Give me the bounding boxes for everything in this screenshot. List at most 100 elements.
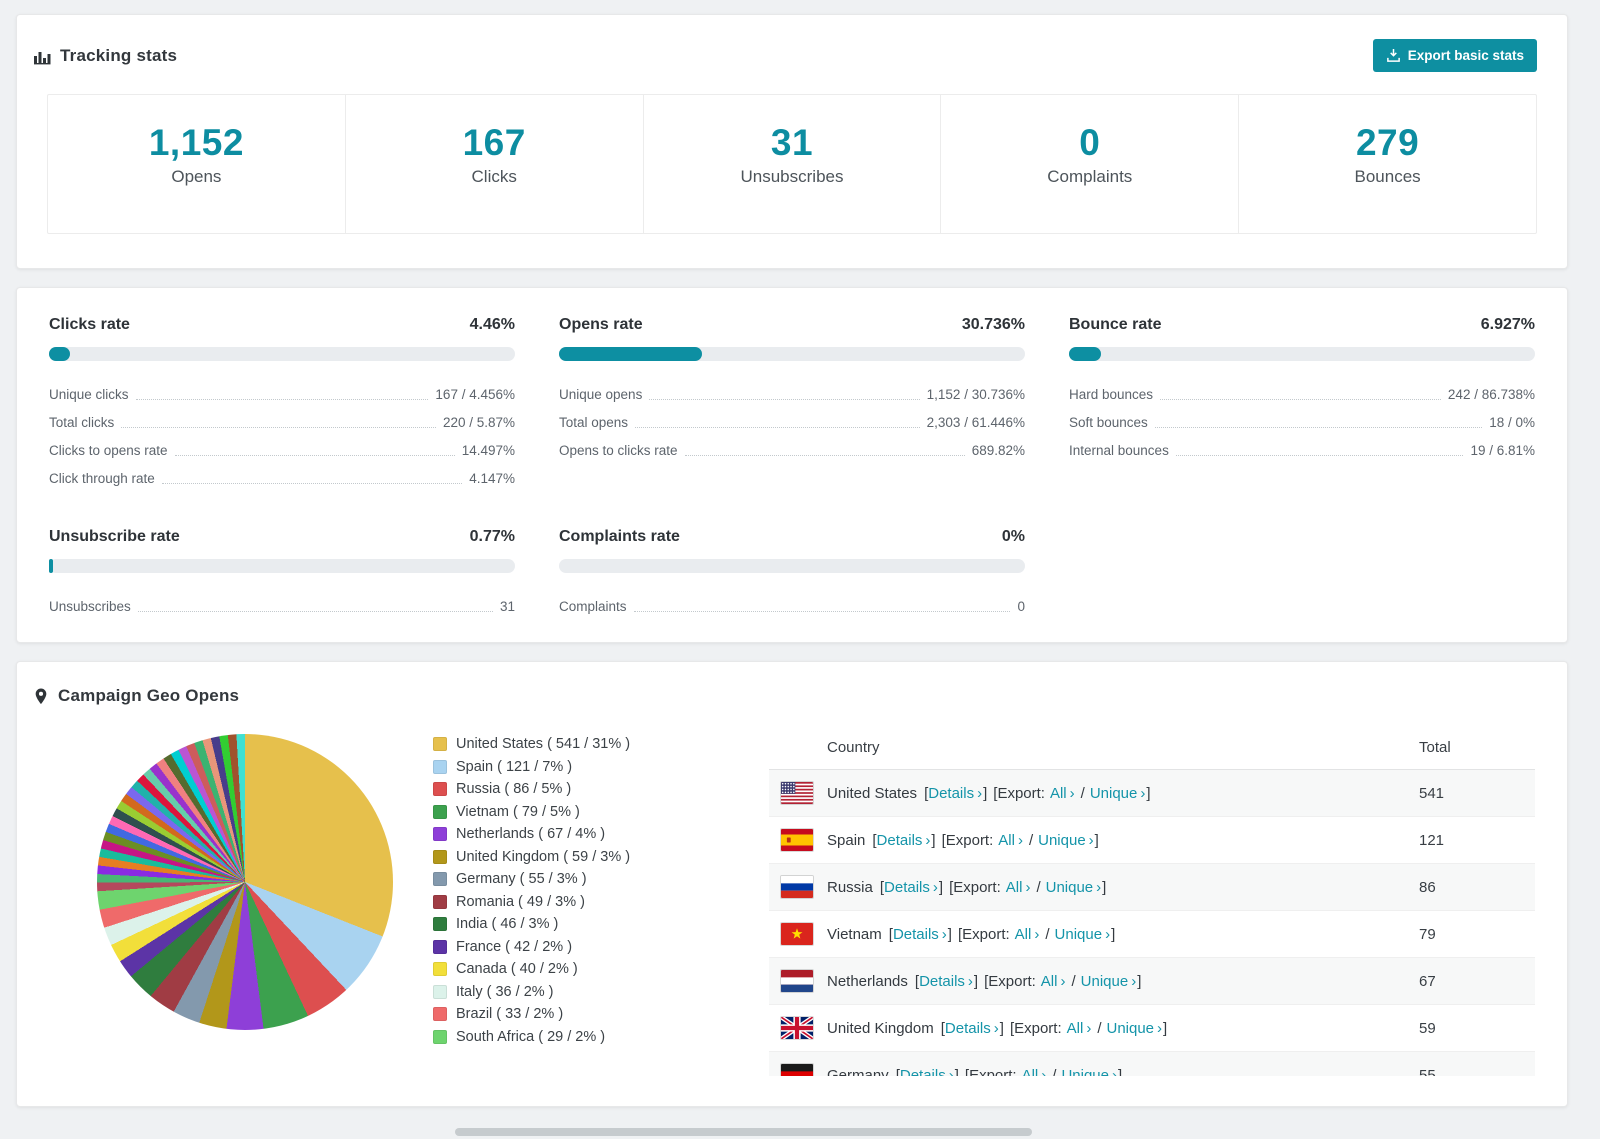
bar-chart-icon [34, 51, 51, 64]
rate-title: Opens rate [559, 316, 643, 333]
chevron-right-icon: › [967, 972, 973, 990]
export-unique-link[interactable]: Unique [1106, 1020, 1154, 1037]
metric-value: 689.82% [971, 443, 1025, 458]
metric-label: Total opens [559, 415, 629, 430]
rate-metric-list: Unique clicks 167 / 4.456% Total clicks … [49, 376, 515, 488]
dotted-leader [684, 455, 965, 456]
export-unique-link[interactable]: Unique [1046, 879, 1094, 896]
chevron-right-icon: › [1060, 972, 1066, 990]
rate-metric-row: Total clicks 220 / 5.87% [49, 404, 515, 432]
chevron-right-icon: › [1140, 784, 1146, 802]
rate-metric-row: Total opens 2,303 / 61.446% [559, 404, 1025, 432]
chevron-right-icon: › [1157, 1019, 1163, 1037]
details-link[interactable]: Details [877, 832, 923, 849]
legend-color-swatch [433, 872, 447, 886]
export-all-link[interactable]: All [998, 832, 1015, 849]
export-all-link[interactable]: All [1006, 879, 1023, 896]
metric-label: Click through rate [49, 471, 155, 486]
details-link[interactable]: Details [945, 1020, 991, 1037]
metric-label: Hard bounces [1069, 387, 1154, 402]
metric-value: 242 / 86.738% [1447, 387, 1535, 402]
details-link[interactable]: Details [893, 926, 939, 943]
geo-table-row: United Kingdom [Details ›] [Export: All › / U… [769, 1005, 1535, 1052]
rate-progress-track [559, 559, 1025, 573]
export-unique-link[interactable]: Unique [1090, 785, 1138, 802]
country-cell: Russia [Details ›] [Export: All › / Unique ›] [781, 876, 1419, 898]
stat-value: 167 [462, 122, 526, 163]
metric-value: 14.497% [461, 443, 515, 458]
legend-item: Netherlands ( 67 / 4% ) [433, 826, 733, 842]
stat-cell: 0 Complaints [941, 95, 1240, 233]
horizontal-scrollbar-thumb[interactable] [455, 1128, 1032, 1136]
flag-vn-icon [781, 923, 813, 945]
country-total: 67 [1419, 972, 1436, 990]
metric-value: 2,303 / 61.446% [926, 415, 1025, 430]
dotted-leader [1154, 427, 1483, 428]
rate-block: Clicks rate 4.46% Unique clicks 167 / 4.… [49, 316, 515, 488]
flag-es-icon [781, 829, 813, 851]
map-pin-icon [35, 688, 47, 704]
rate-title: Complaints rate [559, 528, 680, 545]
export-all-link[interactable]: All [1015, 926, 1032, 943]
export-all-link[interactable]: All [1041, 973, 1058, 990]
legend-label: United States ( 541 / 31% ) [456, 736, 631, 752]
campaign-geo-title: Campaign Geo Opens [33, 686, 239, 706]
rate-metric-list: Complaints 0 [559, 588, 1025, 616]
chevron-right-icon: › [1069, 784, 1075, 802]
legend-color-swatch [433, 782, 447, 796]
export-unique-link[interactable]: Unique [1038, 832, 1086, 849]
geo-table-row: Netherlands [Details ›] [Export: All › / Uniq… [769, 958, 1535, 1005]
rate-metric-row: Click through rate 4.147% [49, 460, 515, 488]
legend-label: South Africa ( 29 / 2% ) [456, 1028, 606, 1045]
export-label: Export: [945, 831, 994, 849]
details-link[interactable]: Details [884, 879, 930, 896]
export-icon [1386, 48, 1400, 62]
geo-table-row: Spain [Details ›] [Export: All › / Unique ›] 1… [769, 817, 1535, 864]
export-basic-stats-button[interactable]: Export basic stats [1372, 39, 1537, 72]
details-link[interactable]: Details [900, 1067, 946, 1077]
legend-item: Vietnam ( 79 / 5% ) [433, 804, 733, 820]
legend-color-swatch [433, 1007, 447, 1021]
metric-label: Unique clicks [49, 387, 129, 402]
export-unique-link[interactable]: Unique [1055, 926, 1103, 943]
legend-label: India ( 46 / 3% ) [456, 916, 559, 932]
rate-metric-row: Unique opens 1,152 / 30.736% [559, 376, 1025, 404]
export-unique-link[interactable]: Unique [1061, 1067, 1109, 1077]
legend-label: Canada ( 40 / 2% ) [456, 961, 578, 977]
legend-label: France ( 42 / 2% ) [456, 938, 573, 955]
details-link[interactable]: Details [928, 785, 974, 802]
export-all-link[interactable]: All [1022, 1067, 1039, 1077]
stat-value: 1,152 [148, 122, 244, 163]
metric-value: 1,152 / 30.736% [926, 387, 1025, 402]
export-all-link[interactable]: All [1067, 1020, 1084, 1037]
stat-value: 279 [1355, 122, 1420, 163]
legend-label: Russia ( 86 / 5% ) [456, 781, 572, 797]
legend-item: United States ( 541 / 31% ) [433, 736, 733, 752]
chevron-right-icon: › [1034, 925, 1040, 943]
export-unique-link[interactable]: Unique [1081, 973, 1129, 990]
chevron-right-icon: › [948, 1066, 954, 1077]
metric-label: Opens to clicks rate [559, 443, 678, 458]
chevron-right-icon: › [977, 784, 983, 802]
export-label: Export: [997, 784, 1045, 802]
flag-ru-icon [781, 876, 813, 898]
rate-metric-row: Unique clicks 167 / 4.456% [49, 376, 515, 404]
dotted-leader [161, 483, 463, 484]
details-link[interactable]: Details [919, 973, 965, 990]
dotted-leader [649, 399, 920, 400]
country-cell: Vietnam [Details ›] [Export: All › / Unique ›] [781, 923, 1419, 945]
stat-label: Unsubscribes [740, 167, 844, 186]
legend-item: Germany ( 55 / 3% ) [433, 871, 733, 887]
flag-nl-icon [781, 970, 813, 992]
rate-progress-track [49, 347, 515, 361]
pie-legend: United States ( 541 / 31% ) Spain ( 121 … [433, 736, 733, 1051]
rate-progress-track [49, 559, 515, 573]
legend-item: France ( 42 / 2% ) [433, 939, 733, 955]
chevron-right-icon: › [1088, 831, 1094, 849]
legend-item: South Africa ( 29 / 2% ) [433, 1029, 733, 1045]
country-total: 86 [1419, 878, 1436, 896]
total-column-header: Total [1419, 739, 1451, 756]
stat-cell: 1,152 Opens [48, 95, 346, 233]
geo-table-header: Country Total [769, 726, 1535, 770]
export-all-link[interactable]: All [1050, 785, 1067, 802]
